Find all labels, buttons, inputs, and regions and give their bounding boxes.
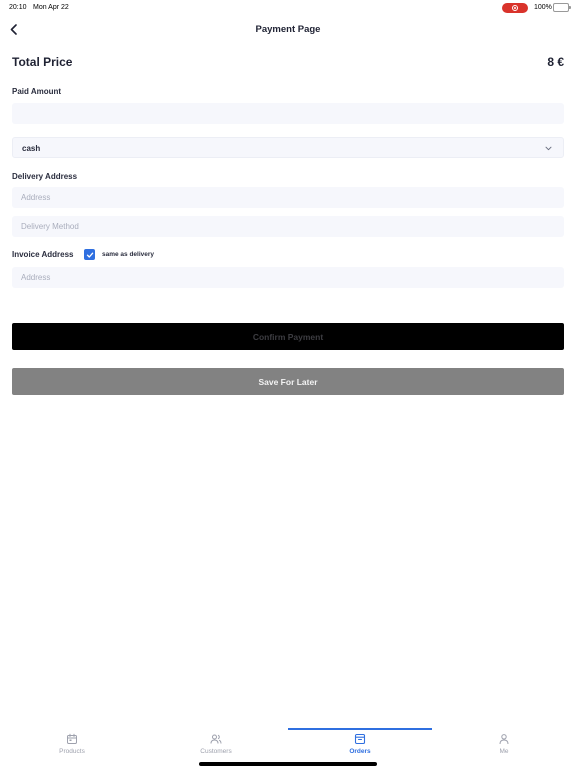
status-time: 20:10: [9, 4, 27, 11]
invoice-address-label: Invoice Address: [12, 250, 74, 259]
delivery-address-input[interactable]: [12, 187, 564, 208]
battery-percentage: 100%: [534, 4, 552, 11]
screen-recording-icon: [502, 3, 528, 13]
payment-method-select[interactable]: cash: [12, 137, 564, 158]
delivery-address-label: Delivery Address: [12, 172, 78, 181]
total-price-value: 8 €: [547, 55, 564, 69]
same-as-delivery-checkbox[interactable]: [84, 249, 95, 260]
home-indicator: [199, 762, 377, 766]
tab-me-label: Me: [499, 748, 509, 755]
check-icon: [86, 252, 93, 258]
confirm-payment-button[interactable]: Confirm Payment: [12, 323, 564, 350]
calendar-icon: [67, 733, 77, 744]
tab-orders-label: Orders: [349, 748, 371, 755]
page-title: Payment Page: [255, 24, 321, 35]
status-bar: 20:10 Mon Apr 22 100%: [0, 0, 576, 16]
total-price-label: Total Price: [12, 55, 73, 69]
delivery-method-input[interactable]: [12, 216, 564, 237]
tab-products-label: Products: [59, 748, 85, 755]
battery-icon: [553, 3, 571, 12]
save-for-later-button[interactable]: Save For Later: [12, 368, 564, 395]
paid-amount-input[interactable]: [12, 103, 564, 124]
status-date: Mon Apr 22: [33, 4, 69, 11]
tab-customers-label: Customers: [200, 748, 232, 755]
archive-icon: [354, 733, 366, 745]
paid-amount-label: Paid Amount: [12, 87, 62, 96]
tab-customers[interactable]: Customers: [144, 730, 288, 760]
tab-products[interactable]: Products: [0, 730, 144, 760]
tab-orders[interactable]: Orders: [288, 730, 432, 760]
payment-method-value: cash: [22, 144, 41, 153]
users-icon: [210, 734, 222, 744]
nav-header: Payment Page: [0, 16, 576, 42]
invoice-address-input[interactable]: [12, 267, 564, 288]
invoice-address-row: Invoice Address same as delivery: [12, 248, 312, 262]
chevron-down-icon: [545, 146, 552, 151]
same-as-delivery-label: same as delivery: [102, 251, 155, 258]
total-price-row: Total Price 8 €: [12, 55, 564, 71]
user-icon: [499, 734, 509, 745]
tab-me[interactable]: Me: [432, 730, 576, 760]
